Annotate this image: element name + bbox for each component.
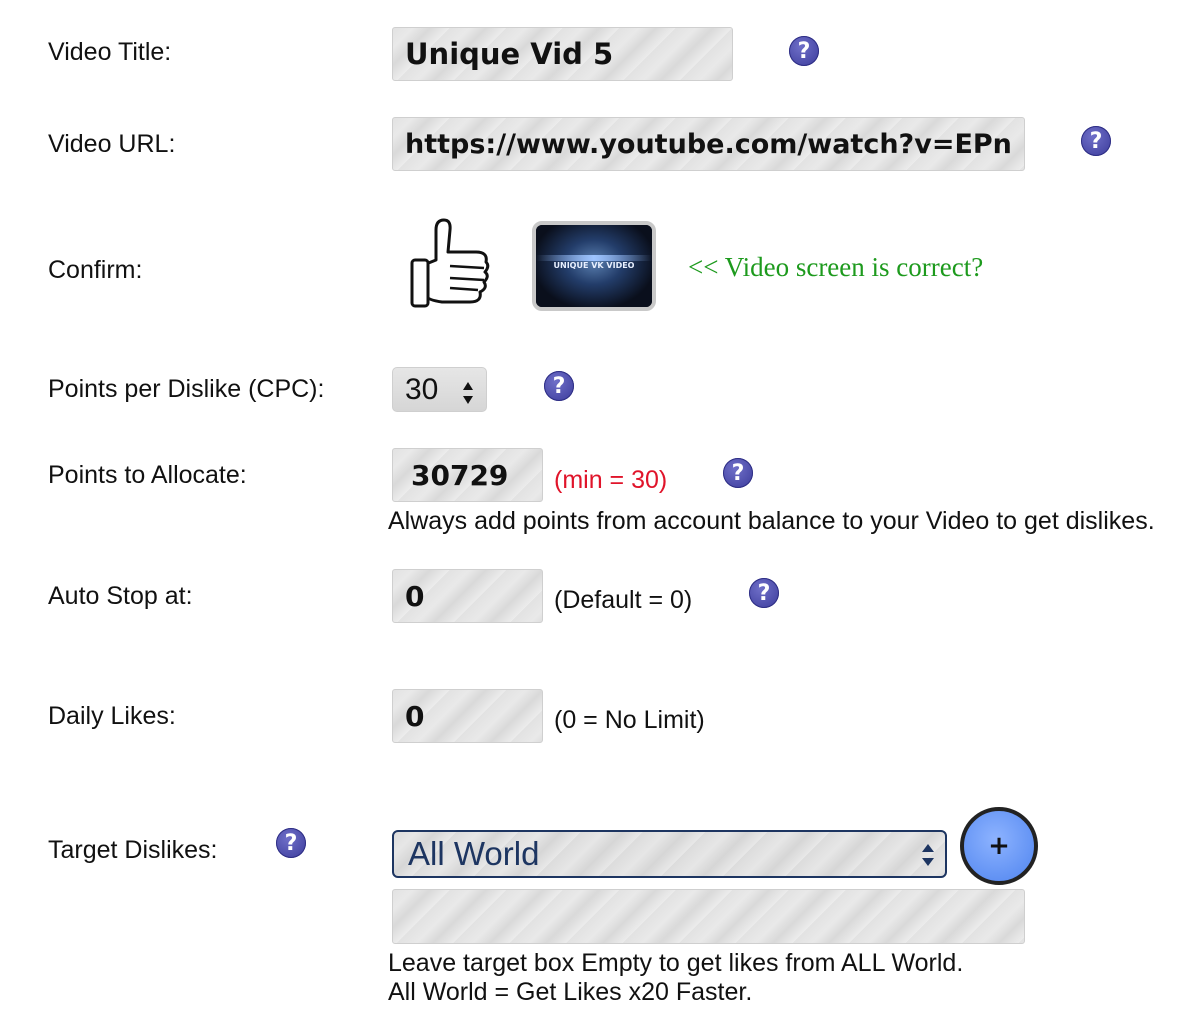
- daily-likes-input[interactable]: 0: [392, 689, 543, 743]
- select-arrows-icon: [922, 844, 934, 866]
- spinner-arrows-icon: [463, 382, 473, 404]
- auto-stop-label: Auto Stop at:: [48, 582, 193, 610]
- points-per-dislike-value: 30: [405, 372, 439, 406]
- target-country-select[interactable]: All World: [392, 830, 947, 878]
- points-per-dislike-label: Points per Dislike (CPC):: [48, 375, 325, 403]
- points-to-allocate-label: Points to Allocate:: [48, 461, 247, 489]
- add-icon: +: [988, 831, 1010, 861]
- thumbs-up-icon[interactable]: [406, 216, 496, 314]
- video-url-label: Video URL:: [48, 130, 176, 158]
- target-dislikes-label: Target Dislikes:: [48, 836, 218, 864]
- confirm-message: << Video screen is correct?: [688, 252, 984, 282]
- video-title-label: Video Title:: [48, 38, 172, 66]
- allocate-hint: Always add points from account balance t…: [388, 507, 1155, 535]
- video-thumbnail[interactable]: UNIQUE VK VIDEO: [532, 221, 656, 311]
- confirm-label: Confirm:: [48, 256, 143, 284]
- allocate-help-icon[interactable]: ?: [723, 458, 753, 488]
- video-title-input[interactable]: Unique Vid 5: [392, 27, 733, 81]
- target-hint-line2: All World = Get Likes x20 Faster.: [388, 978, 753, 1006]
- auto-stop-help-icon[interactable]: ?: [749, 578, 779, 608]
- daily-likes-note: (0 = No Limit): [554, 706, 705, 734]
- target-box-input[interactable]: [392, 889, 1025, 944]
- auto-stop-note: (Default = 0): [554, 586, 693, 614]
- target-help-icon[interactable]: ?: [276, 828, 306, 858]
- thumbnail-text: UNIQUE VK VIDEO: [553, 261, 635, 270]
- points-to-allocate-input[interactable]: 30729: [392, 448, 543, 502]
- auto-stop-input[interactable]: 0: [392, 569, 543, 623]
- target-country-selected: All World: [408, 835, 540, 872]
- daily-likes-label: Daily Likes:: [48, 702, 176, 730]
- min-points-note: (min = 30): [554, 466, 668, 494]
- target-hint-line1: Leave target box Empty to get likes from…: [388, 949, 964, 977]
- add-target-button[interactable]: +: [960, 807, 1038, 885]
- video-url-input[interactable]: https://www.youtube.com/watch?v=EPn: [392, 117, 1025, 171]
- video-url-help-icon[interactable]: ?: [1081, 126, 1111, 156]
- points-per-dislike-select[interactable]: 30: [392, 367, 487, 412]
- cpc-help-icon[interactable]: ?: [544, 371, 574, 401]
- video-title-help-icon[interactable]: ?: [789, 36, 819, 66]
